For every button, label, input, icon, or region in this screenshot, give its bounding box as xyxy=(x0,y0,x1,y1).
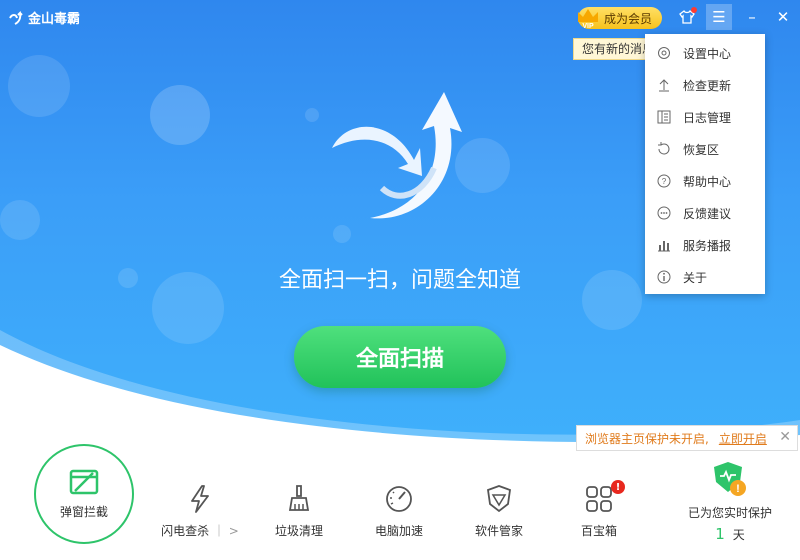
notification-dot xyxy=(691,7,697,13)
decor-bubble xyxy=(150,85,210,145)
menu-item-log[interactable]: 日志管理 xyxy=(645,101,765,133)
lightning-scan-button[interactable]: 闪电查杀 ｜ > xyxy=(160,484,240,539)
decor-bubble xyxy=(0,200,40,240)
logo-icon xyxy=(9,10,23,25)
notice-text: 浏览器主页保护未开启, xyxy=(585,431,709,446)
decor-bubble xyxy=(8,55,70,117)
speedometer-icon xyxy=(386,486,412,512)
restore-icon xyxy=(655,140,673,158)
become-member-button[interactable]: VIP 成为会员 xyxy=(578,7,662,30)
browser-protection-notice: 浏览器主页保护未开启, 立即开启 ✕ xyxy=(576,425,798,451)
message-tooltip[interactable]: 您有新的消息 xyxy=(573,38,653,60)
app-logo: 金山毒霸 xyxy=(8,8,80,27)
broom-icon xyxy=(288,485,310,511)
alert-badge: ! xyxy=(611,480,625,494)
app-title: 金山毒霸 xyxy=(28,12,81,27)
grid-apps-icon xyxy=(586,486,612,512)
close-icon[interactable]: ✕ xyxy=(779,429,791,445)
log-icon xyxy=(655,108,673,126)
skin-button[interactable] xyxy=(674,4,700,30)
menu-item-about[interactable]: 关于 xyxy=(645,261,765,293)
vip-crown-icon: VIP xyxy=(578,9,598,30)
enable-now-link[interactable]: 立即开启 xyxy=(719,430,767,447)
decor-bubble xyxy=(305,108,319,122)
main-menu-dropdown: 设置中心 检查更新 日志管理 恢复区 ? 帮助中心 反馈建议 服务播报 关于 xyxy=(645,34,765,294)
protection-shield-icon: ! xyxy=(714,462,746,496)
minimize-button[interactable]: – xyxy=(739,4,765,30)
menu-item-feedback[interactable]: 反馈建议 xyxy=(645,197,765,229)
more-arrow-icon: ｜ > xyxy=(212,524,239,538)
speed-up-button[interactable]: 电脑加速 xyxy=(359,484,439,539)
menu-item-service[interactable]: 服务播报 xyxy=(645,229,765,261)
gear-icon xyxy=(655,44,673,62)
info-icon xyxy=(655,268,673,286)
feedback-icon xyxy=(655,204,673,222)
realtime-protection-status[interactable]: ! 已为您实时保护 1天 xyxy=(680,460,780,543)
shield-outline-icon xyxy=(487,485,511,513)
member-label: 成为会员 xyxy=(604,11,653,26)
chart-icon xyxy=(655,236,673,254)
close-button[interactable]: ✕ xyxy=(770,4,796,30)
full-scan-button[interactable]: 全面扫描 xyxy=(294,326,506,388)
toolbox-button[interactable]: ! 百宝箱 xyxy=(559,480,639,539)
popup-block-button[interactable]: 弹窗拦截 xyxy=(34,444,134,544)
upload-icon xyxy=(655,76,673,94)
svg-text:VIP: VIP xyxy=(582,23,594,30)
main-menu-button[interactable]: ☰ xyxy=(706,4,732,30)
menu-item-restore[interactable]: 恢复区 xyxy=(645,133,765,165)
svg-text:?: ? xyxy=(662,177,667,186)
menu-item-settings[interactable]: 设置中心 xyxy=(645,37,765,69)
scan-arrow-icon xyxy=(332,92,462,219)
menu-item-check-update[interactable]: 检查更新 xyxy=(645,69,765,101)
lightning-icon xyxy=(191,485,209,513)
junk-clean-button[interactable]: 垃圾清理 xyxy=(259,484,339,539)
software-manager-button[interactable]: 软件管家 xyxy=(459,484,539,539)
protection-days: 1 xyxy=(715,525,725,543)
help-icon: ? xyxy=(655,172,673,190)
popup-block-icon xyxy=(69,469,99,494)
title-bar: 金山毒霸 VIP 成为会员 ☰ – ✕ xyxy=(0,0,800,34)
svg-text:!: ! xyxy=(736,483,740,495)
menu-item-help[interactable]: ? 帮助中心 xyxy=(645,165,765,197)
